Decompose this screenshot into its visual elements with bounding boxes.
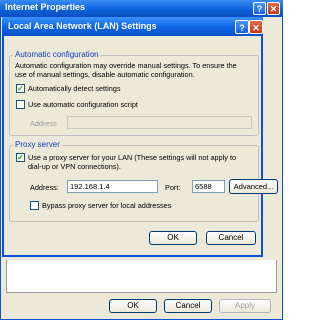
lan-settings-title: Local Area Network (LAN) Settings bbox=[8, 21, 157, 31]
internet-properties-cancel-button[interactable]: Cancel bbox=[164, 299, 212, 313]
close-icon[interactable]: ✕ bbox=[267, 2, 280, 15]
auto-config-description-line1: Automatic configuration may override man… bbox=[15, 61, 237, 70]
proxy-port-input[interactable]: 6588 bbox=[192, 180, 225, 193]
bypass-local-label: Bypass proxy server for local addresses bbox=[42, 201, 172, 210]
detect-settings-checkbox[interactable]: ✓ bbox=[16, 84, 25, 93]
proxy-address-input[interactable]: 192.168.1.4 bbox=[67, 180, 158, 193]
lan-ok-button[interactable]: OK bbox=[149, 231, 197, 245]
lan-cancel-button[interactable]: Cancel bbox=[206, 231, 256, 245]
script-address-input[interactable] bbox=[67, 116, 252, 129]
script-address-label: Address bbox=[30, 119, 57, 128]
detect-settings-label: Automatically detect settings bbox=[28, 84, 121, 93]
proxy-port-label: Port: bbox=[165, 183, 181, 192]
automatic-configuration-legend: Automatic configuration bbox=[13, 50, 101, 59]
help-icon[interactable]: ? bbox=[253, 2, 266, 15]
checkmark-icon: ✓ bbox=[17, 84, 24, 93]
use-config-script-label: Use automatic configuration script bbox=[28, 100, 138, 109]
bypass-local-checkbox[interactable] bbox=[30, 201, 39, 210]
checkmark-icon: ✓ bbox=[17, 153, 24, 162]
internet-properties-ok-button[interactable]: OK bbox=[109, 299, 157, 313]
proxy-address-label: Address: bbox=[30, 183, 59, 192]
dialog-close-icon[interactable]: ✕ bbox=[249, 20, 263, 34]
internet-properties-panel bbox=[6, 260, 277, 293]
internet-properties-title: Internet Properties bbox=[5, 2, 86, 12]
internet-properties-apply-button[interactable]: Apply bbox=[219, 299, 271, 313]
proxy-server-legend: Proxy server bbox=[13, 140, 62, 149]
use-proxy-label-line1: Use a proxy server for your LAN (These s… bbox=[28, 153, 237, 162]
use-proxy-label-line2: dial-up or VPN connections). bbox=[28, 162, 121, 171]
use-config-script-checkbox[interactable] bbox=[16, 100, 25, 109]
dialog-help-icon[interactable]: ? bbox=[235, 20, 249, 34]
advanced-button[interactable]: Advanced... bbox=[229, 179, 278, 194]
use-proxy-checkbox[interactable]: ✓ bbox=[16, 153, 25, 162]
auto-config-description-line2: use of manual settings, disable automati… bbox=[15, 70, 195, 79]
